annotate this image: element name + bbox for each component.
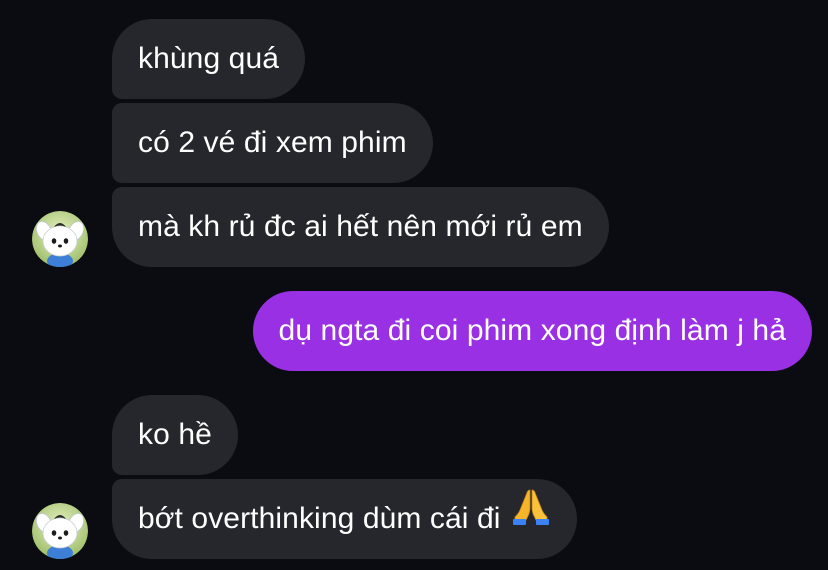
puppy-avatar-icon bbox=[32, 503, 88, 559]
sender-avatar[interactable] bbox=[32, 503, 88, 559]
sender-avatar[interactable] bbox=[32, 211, 88, 267]
message-bubble-incoming[interactable]: ko hề bbox=[112, 395, 238, 475]
message-bubble-incoming[interactable]: khùng quá bbox=[112, 19, 306, 99]
message-text: bớt overthinking dùm cái đi bbox=[138, 502, 501, 535]
puppy-avatar-icon bbox=[32, 211, 88, 267]
message-bubble-incoming[interactable]: mà kh rủ đc ai hết nên mới rủ em bbox=[112, 187, 609, 267]
message-bubble-incoming[interactable]: bớt overthinking dùm cái đi bbox=[112, 479, 577, 559]
message-text: mà kh rủ đc ai hết nên mới rủ em bbox=[138, 210, 583, 243]
folded-hands-emoji bbox=[511, 477, 551, 557]
message-bubble-outgoing[interactable]: dụ ngta đi coi phim xong định làm j hả bbox=[252, 291, 812, 371]
message-text: dụ ngta đi coi phim xong định làm j hả bbox=[278, 314, 786, 347]
chat-thread: khùng quá có 2 vé đi xem phim mà kh rủ đ… bbox=[0, 0, 828, 570]
message-bubble-incoming[interactable]: có 2 vé đi xem phim bbox=[112, 103, 433, 183]
message-text: khùng quá bbox=[138, 42, 280, 75]
message-text: ko hề bbox=[138, 418, 212, 451]
message-text: có 2 vé đi xem phim bbox=[138, 126, 407, 159]
